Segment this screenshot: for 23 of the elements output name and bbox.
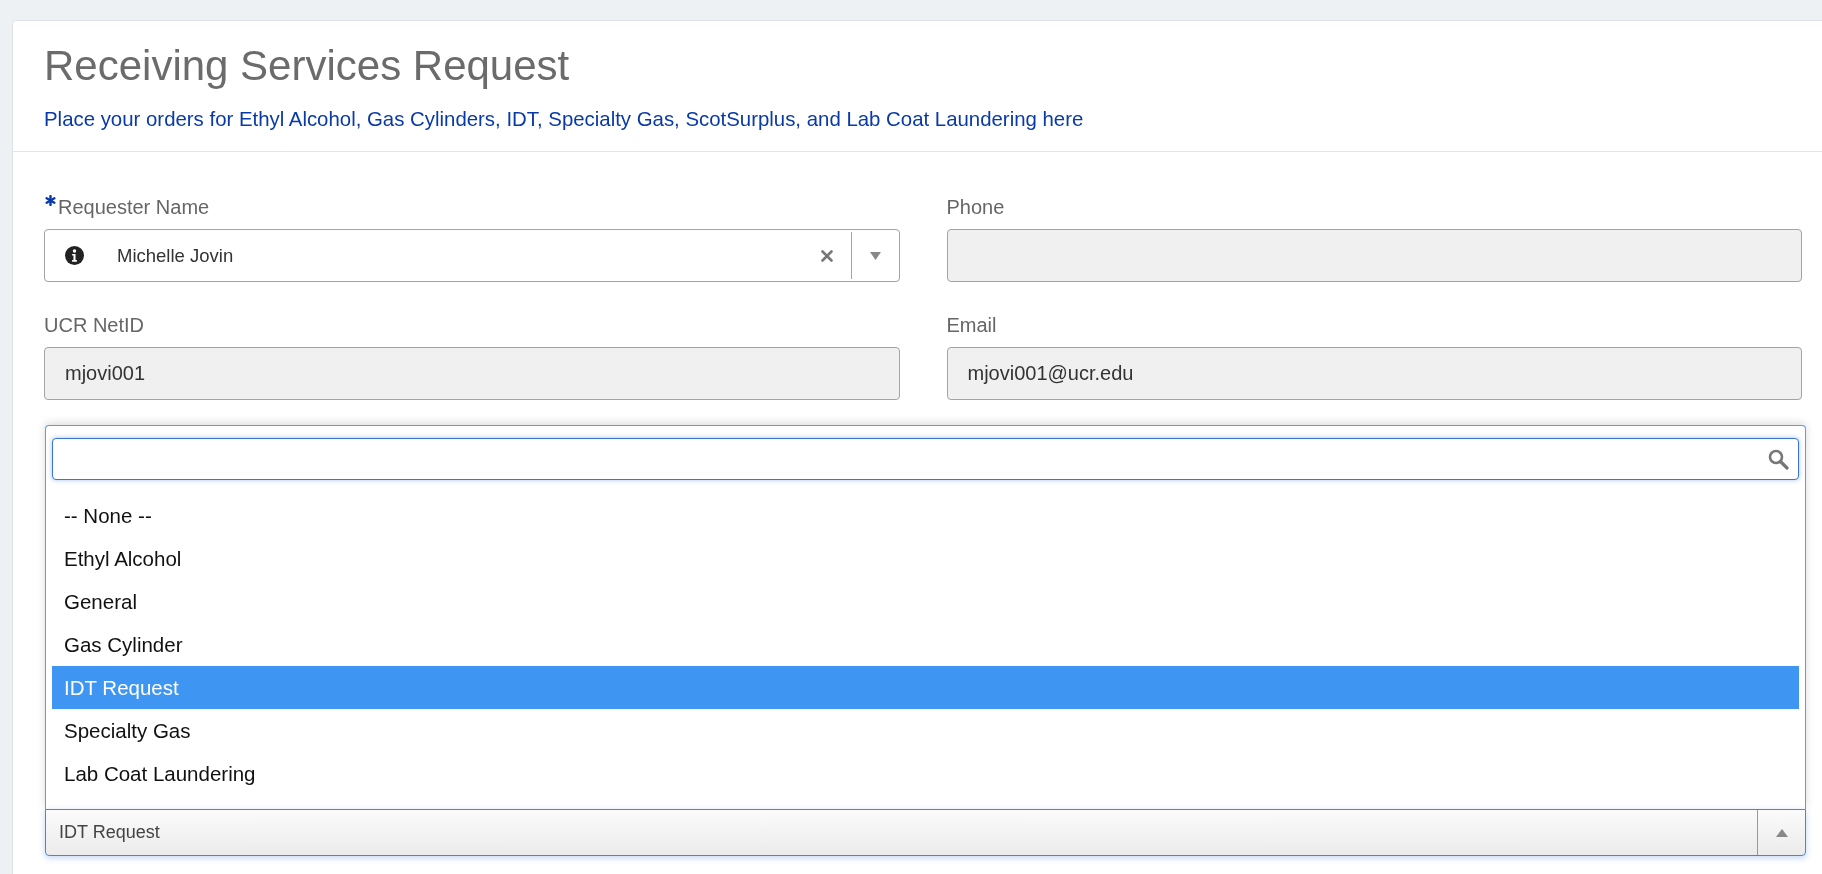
dropdown-option[interactable]: Gas Cylinder [52,623,1799,666]
select-field[interactable]: IDT Request [45,809,1806,856]
dropdown-option[interactable]: Specialty Gas [52,709,1799,752]
caret-down-icon[interactable] [869,251,881,260]
search-field[interactable] [52,438,1799,480]
input-field[interactable] [946,229,1802,282]
dropdown-option[interactable]: Lab Coat Laundering [52,752,1799,795]
field-label: Email [946,313,997,337]
caret-up-icon[interactable] [1775,828,1788,837]
field-label: Phone [946,195,1005,219]
dropdown-option[interactable]: General [52,580,1799,623]
close-icon[interactable] [820,249,833,262]
dropdown-option[interactable]: -- None -- [52,494,1799,537]
dropdown-option[interactable]: Ethyl Alcohol [52,537,1799,580]
field-label: UCR NetID [44,313,144,337]
field-label: Requester Name [58,195,210,219]
lookup-field[interactable]: Michelle Jovin [44,229,900,282]
search-icon [1768,448,1789,470]
input-field[interactable]: mjovi001@ucr.edu [946,347,1802,400]
input-field[interactable]: mjovi001 [44,347,900,400]
page-title: Receiving Services Request [44,41,571,91]
info-icon [65,246,84,265]
page-subtitle: Place your orders for Ethyl Alcohol, Gas Cylinders, IDT, Specialty Gas, ScotSurplus, and Lab Coat Laundering here [44,107,1085,132]
